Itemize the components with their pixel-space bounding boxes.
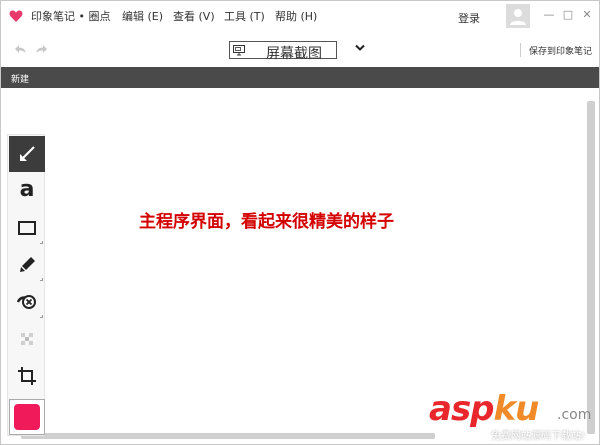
save-to-evernote-button[interactable]: 保存到印象笔记 [529,44,592,57]
login-button[interactable]: 登录 [458,10,480,26]
chevron-down-icon[interactable] [355,44,365,52]
canvas-annotation-text[interactable]: 主程序界面，看起来很精美的样子 [139,210,459,235]
watermark-ku: ku [493,389,540,429]
menu-tools[interactable]: 工具 (T) [224,8,265,24]
avatar[interactable] [506,4,530,28]
marker-tool[interactable] [9,247,45,283]
text-icon: a [19,177,35,202]
menu-edit[interactable]: 编辑 (E) [122,8,163,24]
watermark-logo: aspku [429,389,540,429]
image-title-text: 屏幕截图 [266,46,322,62]
marker-icon [20,257,35,272]
crop-tool[interactable] [9,358,45,394]
color-picker[interactable] [9,399,45,435]
undo-icon[interactable] [13,43,27,55]
menu-help[interactable]: 帮助 (H) [275,8,317,24]
current-color-swatch [14,404,40,430]
menu-view[interactable]: 查看 (V) [173,8,215,24]
close-button[interactable]: ✕ [581,9,593,21]
text-tool[interactable]: a [9,173,45,209]
options-corner [40,241,43,244]
stamp-tool[interactable] [9,284,45,320]
maximize-button[interactable]: □ [562,9,574,21]
screen-icon [233,45,245,56]
redo-icon[interactable] [35,43,49,55]
image-title-field[interactable]: 屏幕截图 [229,41,337,62]
arrow-tool[interactable] [9,136,45,172]
options-corner [40,278,43,281]
new-note-button[interactable]: 新建 [11,72,29,85]
note-bar: 新建 [1,67,599,88]
app-window: 印象笔记 • 圈点 编辑 (E) 查看 (V) 工具 (T) 帮助 (H) 登录… [0,0,600,445]
tool-palette: a [7,134,45,436]
rectangle-tool[interactable] [9,210,45,246]
watermark-asp: asp [429,389,495,429]
app-title: 印象笔记 • 圈点 [31,10,111,23]
title-bar: 印象笔记 • 圈点 编辑 (E) 查看 (V) 工具 (T) 帮助 (H) 登录… [1,1,599,31]
toolbar: 屏幕截图 保存到印象笔记 [1,32,599,66]
divider [520,43,521,57]
watermark-subtitle: 免费网站源码下载站! [491,431,586,442]
crop-icon [18,367,36,385]
watermark: aspku .com 免费网站源码下载站! [429,389,599,442]
pixelate-tool[interactable] [9,321,45,357]
minimize-button[interactable]: — [543,9,555,21]
user-icon [510,9,526,25]
stamp-icon [17,295,36,309]
rectangle-icon [18,221,36,235]
arrow-icon [20,146,35,161]
drawing-canvas[interactable] [4,89,587,432]
vertical-scrollbar[interactable] [587,101,595,434]
options-corner [40,315,43,318]
horizontal-scrollbar[interactable] [21,433,435,439]
pixelate-icon [21,333,33,345]
watermark-dotcom: .com [557,407,592,423]
heart-logo-icon [9,10,23,22]
